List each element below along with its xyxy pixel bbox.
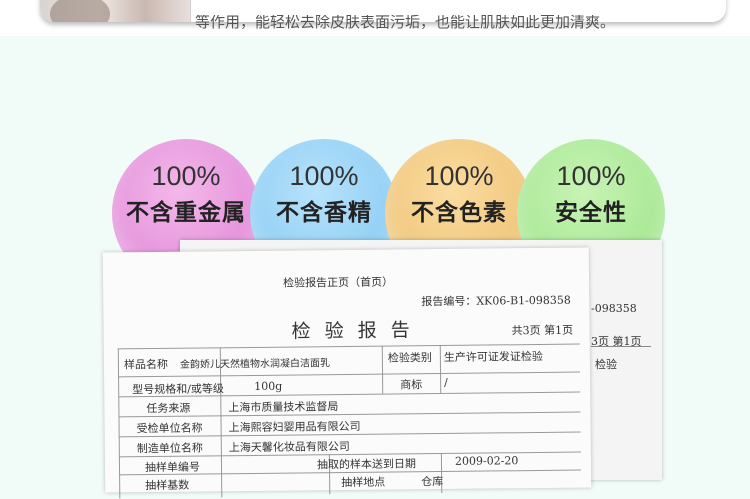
table-vline bbox=[381, 345, 384, 394]
table-line bbox=[118, 371, 581, 378]
maker-unit-label: 制造单位名称 bbox=[136, 441, 203, 456]
back-category: 检验 bbox=[595, 358, 617, 371]
badge-label: 不含色素 bbox=[411, 200, 507, 226]
back-table-line bbox=[591, 346, 651, 347]
banner-text: 等作用，能轻松去除皮肤表面污垢，也能让肌肤如此更加清爽。 bbox=[195, 15, 616, 31]
badge-label: 不含重金属 bbox=[126, 200, 246, 226]
sample-no-label: 抽样单编号 bbox=[144, 460, 201, 475]
table-vline bbox=[117, 348, 121, 499]
sample-name-label: 样品名称 bbox=[123, 357, 168, 372]
report-front-page: 检验报告正页（首页） 报告编号：XK06-B1-098358 检 验 报 告 共… bbox=[102, 247, 592, 499]
sample-place-label: 抽样地点 bbox=[341, 475, 386, 490]
arrival-date-value: 2009-02-20 bbox=[454, 454, 519, 468]
spec-value: 100g bbox=[254, 379, 283, 393]
arrival-date-label: 抽取的样本送到日期 bbox=[316, 457, 417, 472]
check-type-label: 检验类别 bbox=[387, 351, 432, 365]
inspected-unit-value: 上海熙容妇婴用品有限公司 bbox=[228, 419, 361, 435]
back-report-number: -098358 bbox=[591, 302, 637, 315]
badge-percent: 100% bbox=[289, 161, 359, 191]
brand-label: 商标 bbox=[400, 378, 423, 392]
check-type-value: 生产许可证发证检验 bbox=[443, 349, 543, 364]
brand-value: / bbox=[444, 375, 448, 389]
spec-label: 型号规格和/或等级 bbox=[132, 382, 224, 397]
badge-percent: 100% bbox=[556, 161, 626, 191]
maker-unit-value: 上海天馨化妆品有限公司 bbox=[228, 439, 350, 455]
inspected-unit-label: 受检单位名称 bbox=[136, 421, 203, 436]
report-cover-title: 检验报告正页（首页） bbox=[283, 275, 394, 290]
task-source-label: 任务来源 bbox=[146, 401, 191, 416]
badge-label: 不含香精 bbox=[276, 200, 372, 226]
badge-label: 安全性 bbox=[555, 200, 627, 226]
badge-percent: 100% bbox=[424, 161, 494, 191]
table-vline bbox=[439, 345, 442, 394]
task-source-value: 上海市质量技术监督局 bbox=[228, 400, 339, 415]
sample-place-value: 仓库 bbox=[421, 474, 444, 489]
sample-name-value: 金韵娇儿天然植物水润凝白洁面乳 bbox=[179, 358, 330, 371]
report-title: 检 验 报 告 bbox=[291, 319, 414, 343]
report-page-count: 共3页 第1页 bbox=[511, 323, 574, 338]
model-photo bbox=[40, 0, 190, 22]
badge-percent: 100% bbox=[151, 161, 221, 191]
report-number: 报告编号：XK06-B1-098358 bbox=[421, 293, 571, 309]
sample-base-label: 抽样基数 bbox=[145, 478, 190, 493]
